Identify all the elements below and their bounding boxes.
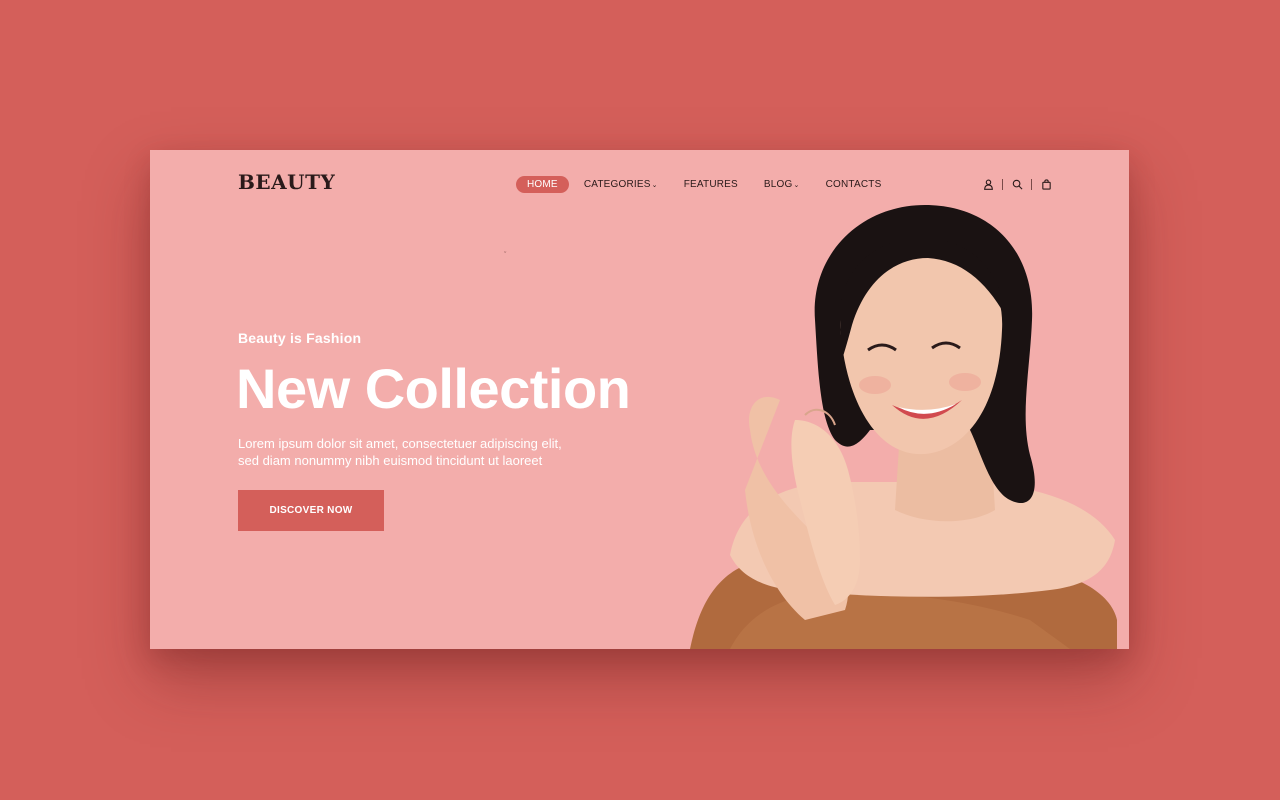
hero-model-image [690,205,1117,649]
nav-item-label: FEATURES [683,179,738,190]
hero-description-line: Lorem ipsum dolor sit amet, consectetuer… [238,436,562,451]
scroll-mark: ˇ [504,252,507,259]
main-nav: HOME CATEGORIES ⌄ FEATURES BLOG ⌄ CONTAC… [516,176,896,193]
divider [1002,178,1003,190]
discover-now-button[interactable]: DISCOVER NOW [238,490,384,531]
website-frame: BEAUTY HOME CATEGORIES ⌄ FEATURES BLOG ⌄… [150,150,1129,649]
nav-item-label: CONTACTS [825,179,882,190]
divider [1031,178,1032,190]
header-icons [980,176,1054,192]
nav-item-label: CATEGORIES [583,179,651,190]
nav-item-contacts[interactable]: CONTACTS [815,176,893,193]
chevron-down-icon: ⌄ [793,181,800,189]
nav-item-label: HOME [527,179,558,190]
shopping-bag-icon[interactable] [1038,176,1054,192]
nav-item-blog[interactable]: BLOG ⌄ [753,176,811,193]
hero-description: Lorem ipsum dolor sit amet, consectetuer… [238,435,598,469]
nav-item-features[interactable]: FEATURES [673,176,749,193]
hero-eyebrow: Beauty is Fashion [238,330,362,346]
nav-item-label: BLOG [763,179,793,190]
nav-item-home[interactable]: HOME [516,176,569,193]
hero-description-line: sed diam nonummy nibh euismod tincidunt … [238,453,543,468]
chevron-down-icon: ⌄ [651,181,658,189]
brand-logo[interactable]: BEAUTY [238,170,335,194]
nav-item-categories[interactable]: CATEGORIES ⌄ [573,176,669,193]
hero-title: New Collection [236,357,631,420]
user-icon[interactable] [980,176,996,192]
search-icon[interactable] [1009,176,1025,192]
